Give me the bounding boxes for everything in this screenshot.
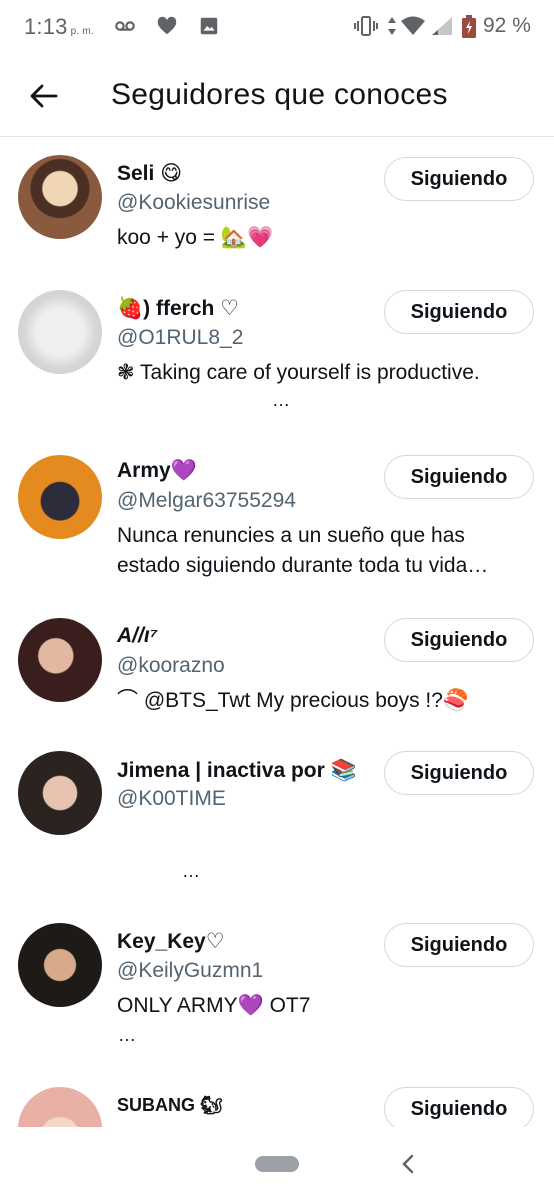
user-name: Seli 😋 [117,162,183,185]
battery-icon [462,15,476,38]
signal-icon [432,17,452,35]
image-icon [200,17,218,35]
following-button[interactable]: Siguiendo [384,455,534,499]
avatar[interactable] [18,1087,102,1127]
nav-back-icon[interactable] [398,1152,418,1176]
home-pill[interactable] [255,1156,299,1172]
avatar[interactable] [18,751,102,835]
avatar[interactable] [18,155,102,239]
user-name: SUBANG 🐿 [117,1095,223,1115]
bio-more-ellipsis: … [182,861,200,881]
user-bio: ⌒ @BTS_Twt My precious boys !?🍣 [117,689,470,712]
data-icon [388,17,396,35]
user-handle: @koorazno [117,654,225,677]
status-ampm: p. m. [70,26,94,37]
avatar[interactable] [18,923,102,1007]
user-bio: ONLY ARMY💜 OT7 [117,994,311,1017]
system-nav-bar [0,1128,554,1200]
user-name: Army💜 [117,459,197,482]
status-bar: 1:13 p. m. 92 % [0,0,554,54]
user-name: Key_Key♡ [117,930,225,953]
avatar[interactable] [18,290,102,374]
heart-icon [157,16,177,35]
user-handle: @K00TIME [117,787,226,810]
user-handle: @O1RUL8_2 [117,326,244,349]
user-bio: Nunca renuncies a un sueño que has [117,524,465,547]
followers-list: Seli 😋 @Kookiesunrise koo + yo = 🏡💗 Sigu… [0,137,554,1127]
wifi-icon [401,16,425,35]
vibrate-icon [354,16,378,36]
following-button[interactable]: Siguiendo [384,618,534,662]
list-item[interactable]: Jimena | inactiva por 📚 @K00TIME … Sigui… [0,737,554,907]
page-title: Seguidores que conoces [111,78,448,111]
user-handle: @KeilyGuzmn1 [117,959,264,982]
user-bio: koo + yo = 🏡💗 [117,226,274,249]
voicemail-icon [115,21,135,31]
bio-more-ellipsis: … [118,1025,136,1045]
user-bio-line2: estado siguiendo durante toda tu vida… [117,554,489,577]
user-handle: @Kookiesunrise [117,191,271,214]
app-header: Seguidores que conoces [0,54,554,137]
arrow-left-icon[interactable] [26,78,62,114]
list-item[interactable]: SUBANG 🐿 Siguiendo [0,1077,554,1127]
list-item[interactable]: A//ι⁷ @koorazno ⌒ @BTS_Twt My precious b… [0,602,554,737]
following-button[interactable]: Siguiendo [384,290,534,334]
list-item[interactable]: Seli 😋 @Kookiesunrise koo + yo = 🏡💗 Sigu… [0,137,554,272]
user-bio: ❃ Taking care of yourself is productive. [117,361,480,384]
bio-more-ellipsis: … [272,390,290,410]
battery-percent: 92 % [483,14,531,37]
avatar[interactable] [18,455,102,539]
status-time: 1:13 p. m. [24,14,94,39]
user-name: Jimena | inactiva por 📚 [117,759,357,782]
avatar[interactable] [18,618,102,702]
list-item[interactable]: Key_Key♡ @KeilyGuzmn1 ONLY ARMY💜 OT7 … S… [0,907,554,1077]
following-button[interactable]: Siguiendo [384,751,534,795]
following-button[interactable]: Siguiendo [384,157,534,201]
following-button[interactable]: Siguiendo [384,923,534,967]
user-name: 🍓) fferch ♡ [117,297,239,320]
user-name: A//ι⁷ [117,624,158,647]
user-handle: @Melgar63755294 [117,489,296,512]
list-item[interactable]: 🍓) fferch ♡ @O1RUL8_2 ❃ Taking care of y… [0,272,554,437]
list-item[interactable]: Army💜 @Melgar63755294 Nunca renuncies a … [0,437,554,602]
following-button[interactable]: Siguiendo [384,1087,534,1127]
